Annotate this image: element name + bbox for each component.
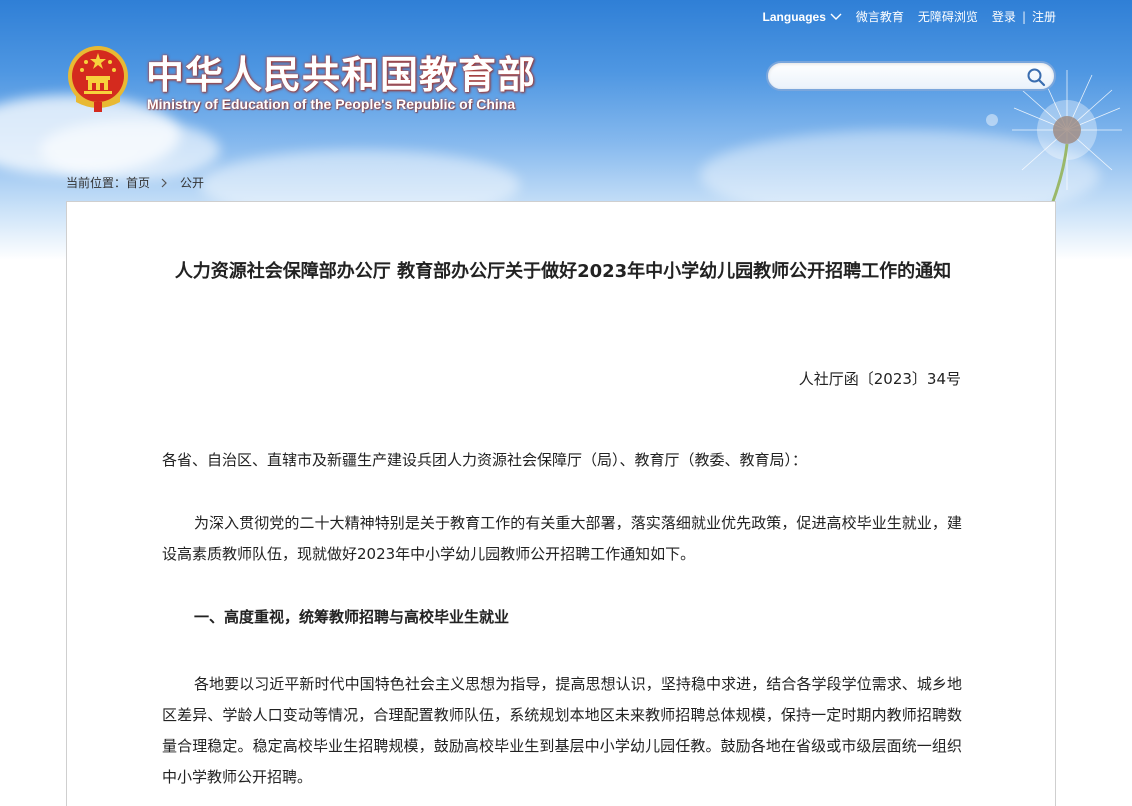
article-container: 人力资源社会保障部办公厅 教育部办公厅关于做好2023年中小学幼儿园教师公开招聘… [66,201,1056,806]
search-input[interactable] [780,67,1020,87]
document-addressee: 各省、自治区、直辖市及新疆生产建设兵团人力资源社会保障厅（局）、教育厅（教委、教… [162,451,808,469]
languages-label: Languages [762,9,826,24]
search-icon[interactable] [1026,67,1046,87]
breadcrumb-prefix: 当前位置： [66,176,127,190]
section-heading: 一、高度重视，统筹教师招聘与高校毕业生就业 [194,608,510,626]
document-number: 人社厅函〔2023〕34号 [798,370,961,388]
document-paragraph: 为深入贯彻党的二十大精神特别是关于教育工作的有关重大部署，落实落细就业优先政策，… [162,514,962,563]
login-link[interactable]: 登录 [992,8,1016,25]
register-link[interactable]: 注册 [1032,8,1056,25]
breadcrumb-home-link[interactable]: 首页 [126,174,150,191]
document-title: 人力资源社会保障部办公厅 教育部办公厅关于做好2023年中小学幼儿园教师公开招聘… [174,261,952,282]
chevron-down-icon [830,13,842,20]
cloud-decoration [40,120,220,180]
nav-separator: | [1021,9,1026,24]
top-navigation: Languages 微言教育 无障碍浏览 登录 | 注册 [749,8,1056,25]
national-emblem-icon [68,46,128,112]
accessibility-link[interactable]: 无障碍浏览 [918,8,978,25]
weibo-link[interactable]: 微言教育 [856,8,904,25]
site-title-en: Ministry of Education of the People's Re… [147,96,516,112]
search-box [766,61,1056,91]
breadcrumb-current-link[interactable]: 公开 [180,174,204,191]
chevron-right-icon [161,178,167,187]
languages-dropdown[interactable]: Languages [763,10,842,24]
site-title-cn: 中华人民共和国教育部 [146,53,537,97]
breadcrumb: 当前位置： 首页 公开 [66,174,204,191]
document-paragraph: 各地要以习近平新时代中国特色社会主义思想为指导，提高思想认识，坚持稳中求进，结合… [162,675,962,786]
